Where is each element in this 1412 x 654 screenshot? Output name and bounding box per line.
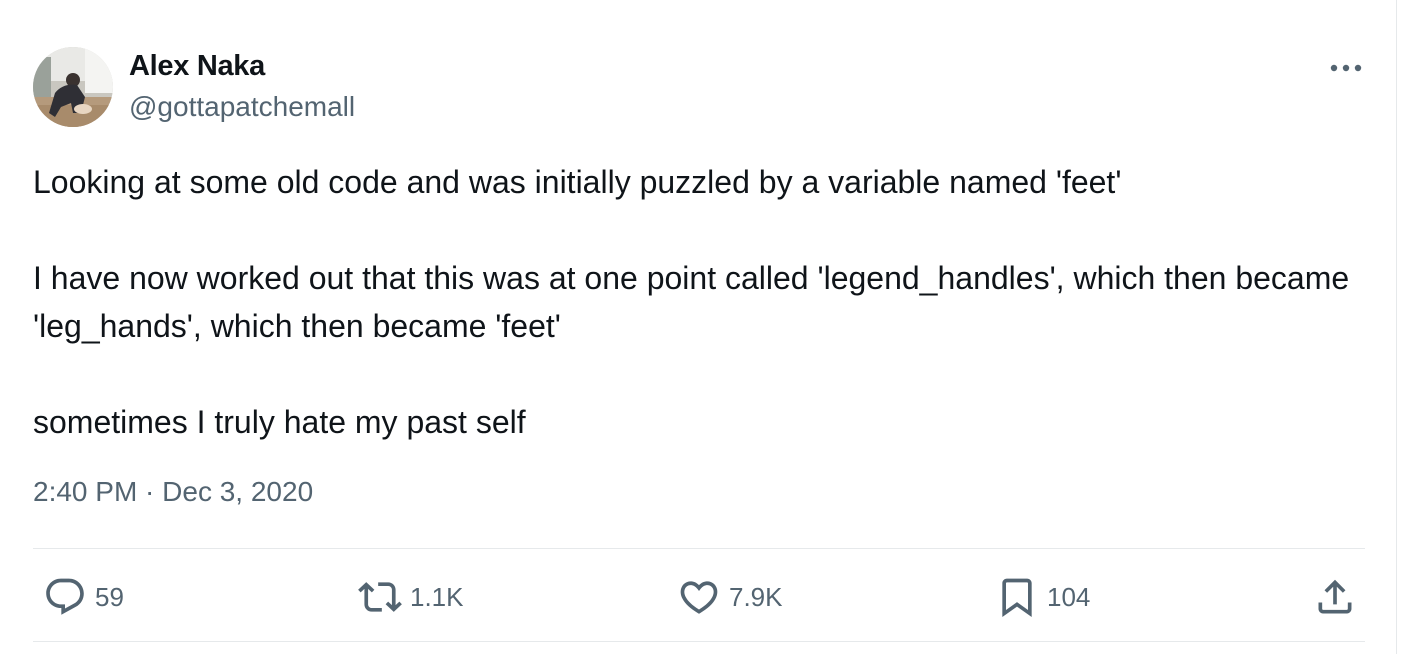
bookmark-button[interactable]: 104 — [995, 572, 1090, 622]
tweet-paragraph: Looking at some old code and was initial… — [33, 164, 1122, 200]
share-icon — [1318, 579, 1352, 614]
like-count: 7.9K — [729, 581, 783, 612]
heart-icon — [680, 581, 718, 614]
more-horizontal-icon — [1330, 64, 1362, 72]
bookmark-count: 104 — [1047, 581, 1091, 612]
tweet-card: Alex Naka @gottapatchemall Looking at so… — [0, 0, 1397, 654]
bookmark-icon — [1002, 578, 1032, 618]
tweet-text: Looking at some old code and was initial… — [33, 158, 1373, 446]
retweet-button[interactable]: 1.1K — [358, 572, 464, 622]
retweet-count: 1.1K — [410, 581, 464, 612]
tweet-paragraph: sometimes I truly hate my past self — [33, 404, 526, 440]
reply-icon — [46, 578, 84, 615]
reply-count: 59 — [95, 581, 124, 612]
share-button[interactable] — [1313, 572, 1357, 622]
display-name[interactable]: Alex Naka — [129, 50, 265, 83]
like-button[interactable]: 7.9K — [677, 572, 783, 622]
user-handle[interactable]: @gottapatchemall — [129, 91, 355, 123]
avatar-photo — [33, 47, 113, 127]
retweet-icon — [358, 582, 402, 612]
avatar[interactable] — [33, 47, 113, 127]
tweet-timestamp[interactable]: 2:40 PM · Dec 3, 2020 — [33, 476, 313, 508]
more-options-button[interactable] — [1325, 50, 1367, 86]
tweet-paragraph: I have now worked out that this was at o… — [33, 260, 1350, 344]
reply-button[interactable]: 59 — [43, 572, 124, 622]
tweet-actions: 59 1.1K 7.9K 104 — [33, 572, 1365, 622]
divider — [33, 548, 1365, 549]
divider — [33, 641, 1365, 642]
